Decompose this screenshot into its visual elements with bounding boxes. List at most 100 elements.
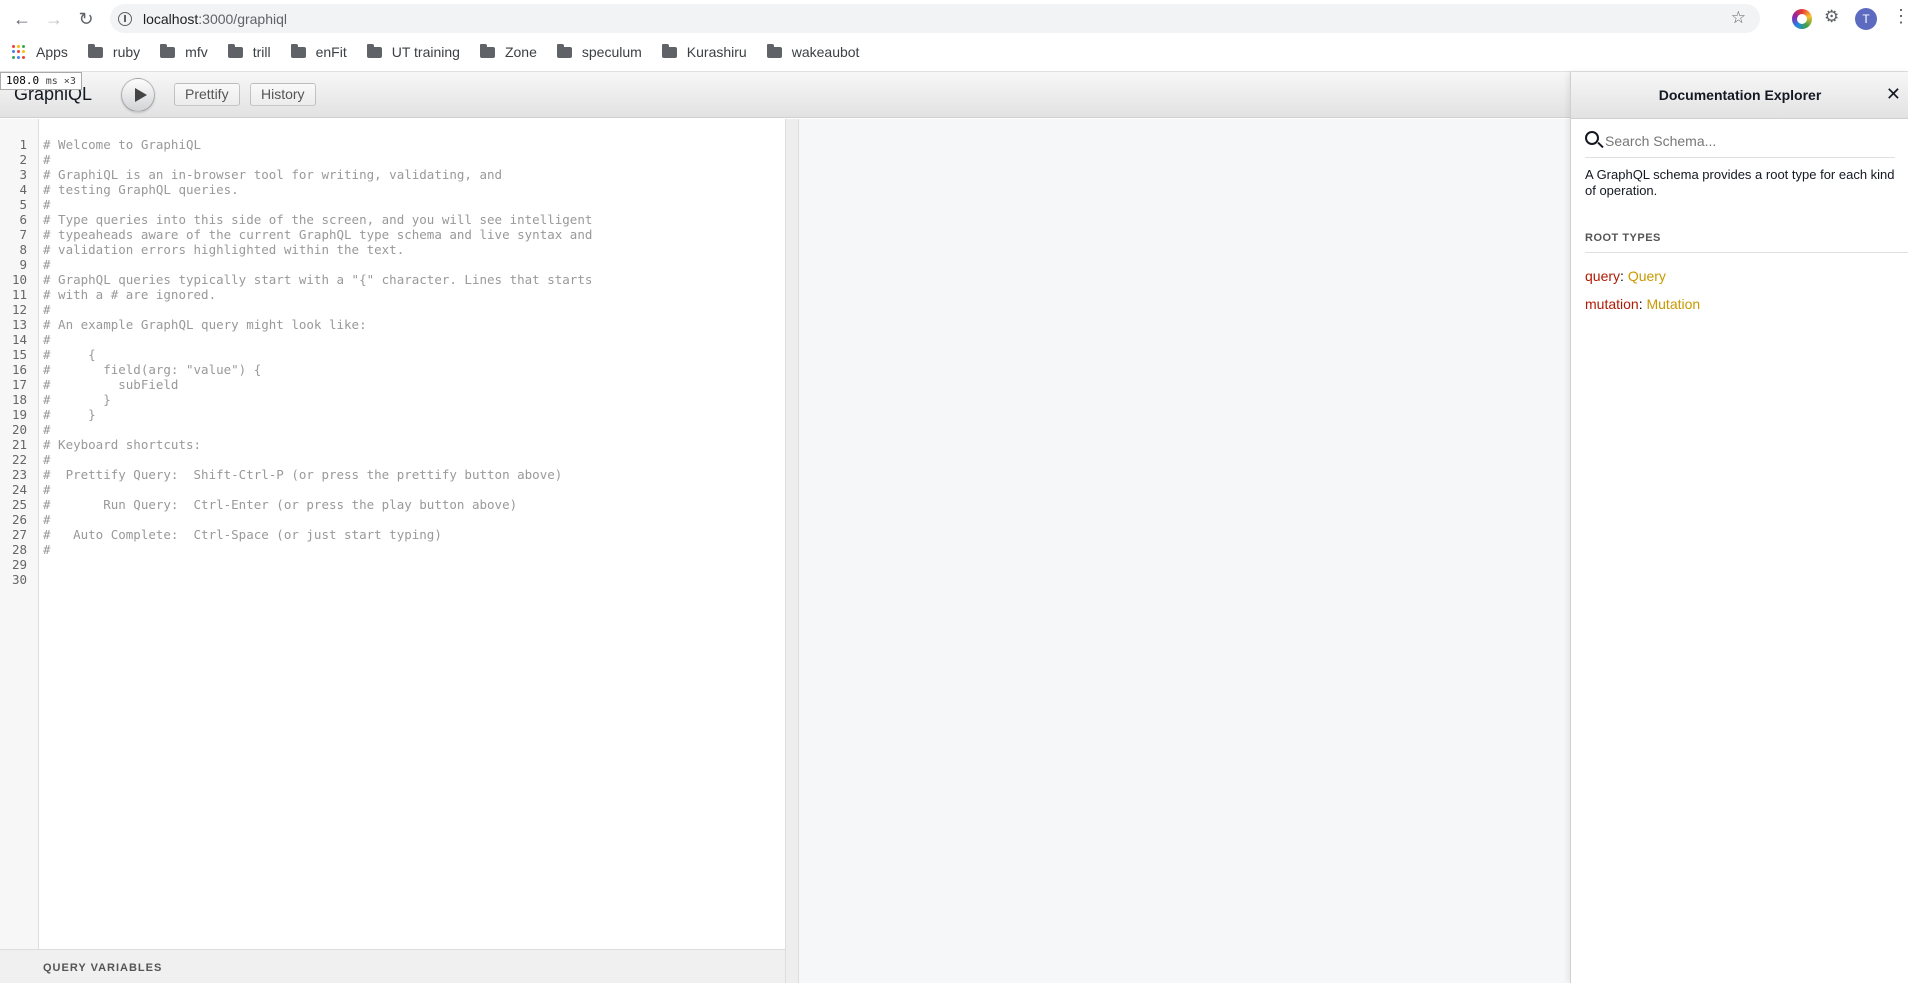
- line-number: 5: [19, 197, 27, 212]
- editor-line: 14 #: [0, 332, 785, 347]
- execute-query-button[interactable]: [121, 78, 155, 112]
- browser-chrome: ← → ↻ localhost:3000/graphiql ☆ ⚙ T ⋮ Ap…: [0, 0, 1908, 72]
- code-text: # }: [43, 392, 111, 407]
- line-number: 19: [11, 407, 27, 422]
- editor-line: 5 #: [0, 197, 785, 212]
- line-number: 24: [11, 482, 27, 497]
- code-text: # subField: [43, 377, 179, 392]
- editor-line: 19 # }: [0, 407, 785, 422]
- bookmark-apps[interactable]: Apps: [12, 44, 68, 60]
- bookmark-label: enFit: [315, 44, 347, 60]
- code-text: #: [43, 512, 51, 527]
- root-type-mutation: mutation: Mutation: [1585, 296, 1700, 312]
- profile-avatar[interactable]: T: [1855, 8, 1877, 30]
- editor-line: 17 # subField: [0, 377, 785, 392]
- code-text: # testing GraphQL queries.: [43, 182, 239, 197]
- bookmark-folder-zone[interactable]: Zone: [479, 43, 537, 60]
- schema-search-input[interactable]: [1605, 128, 1895, 154]
- code-text: # }: [43, 407, 96, 422]
- line-number: 14: [11, 332, 27, 347]
- editor-line: 2 #: [0, 152, 785, 167]
- close-icon[interactable]: ✕: [1886, 84, 1901, 105]
- browser-menu-icon[interactable]: ⋮: [1892, 6, 1908, 27]
- line-number: 7: [19, 227, 27, 242]
- editor-line: 16 # field(arg: "value") {: [0, 362, 785, 377]
- perf-unit: ms ×3: [45, 76, 76, 87]
- graphiql-app: GraphiQL 108.0 ms ×3 Prettify History 1 #…: [0, 72, 1908, 983]
- editor-line: 27 # Auto Complete: Ctrl-Space (or just s…: [0, 527, 785, 542]
- editor-line: 7 # typeaheads aware of the current Graph…: [0, 227, 785, 242]
- line-number: 22: [11, 452, 27, 467]
- code-text: # {: [43, 347, 96, 362]
- editor-line: 6 # Type queries into this side of the sc…: [0, 212, 785, 227]
- bookmark-folder-ruby[interactable]: ruby: [87, 43, 140, 60]
- folder-icon: [556, 43, 572, 58]
- editor-line: 26 #: [0, 512, 785, 527]
- code-text: # An example GraphQL query might look li…: [43, 317, 367, 332]
- bookmark-label: Apps: [36, 44, 68, 60]
- code-text: # field(arg: "value") {: [43, 362, 262, 377]
- code-text: # GraphiQL is an in-browser tool for wri…: [43, 167, 503, 182]
- line-number: 11: [11, 287, 27, 302]
- code-text: # GraphQL queries typically start with a…: [43, 272, 593, 287]
- bookmark-folder-enfit[interactable]: enFit: [290, 43, 347, 60]
- editor-line: 23 # Prettify Query: Shift-Ctrl-P (or pre…: [0, 467, 785, 482]
- reload-icon[interactable]: ↻: [71, 4, 101, 34]
- code-text: # with a # are ignored.: [43, 287, 217, 302]
- bookmark-label: trill: [252, 44, 271, 60]
- line-number: 18: [11, 392, 27, 407]
- prettify-button[interactable]: Prettify: [174, 83, 240, 106]
- code-text: #: [43, 302, 51, 317]
- line-number: 30: [11, 572, 27, 587]
- back-arrow-icon[interactable]: ←: [7, 4, 37, 34]
- line-number: 12: [11, 302, 27, 317]
- editor-line: 24 #: [0, 482, 785, 497]
- folder-icon: [87, 43, 103, 58]
- editor-line: 9 #: [0, 257, 785, 272]
- code-text: #: [43, 257, 51, 272]
- editor-line: 15 # {: [0, 347, 785, 362]
- line-number: 1: [19, 137, 27, 152]
- code-text: #: [43, 152, 51, 167]
- line-number: 10: [11, 272, 27, 287]
- bookmark-folder-ut-training[interactable]: UT training: [366, 43, 460, 60]
- editor-line: 30: [0, 572, 785, 587]
- info-icon[interactable]: [118, 11, 132, 26]
- search-icon: [1585, 131, 1599, 145]
- code-text: # typeaheads aware of the current GraphQ…: [43, 227, 593, 242]
- line-number: 25: [11, 497, 27, 512]
- root-type-link[interactable]: Query: [1628, 268, 1666, 284]
- line-number: 21: [11, 437, 27, 452]
- bookmark-label: UT training: [391, 44, 460, 60]
- url-path: :3000/graphiql: [198, 10, 288, 27]
- query-editor[interactable]: 1 # Welcome to GraphiQL 2 #3 # GraphiQL is a…: [0, 119, 785, 949]
- address-bar[interactable]: localhost:3000/graphiql ☆: [110, 4, 1760, 33]
- editor-line: 25 # Run Query: Ctrl-Enter (or press the …: [0, 497, 785, 512]
- forward-arrow-icon[interactable]: →: [39, 4, 69, 34]
- color-extension-icon[interactable]: [1792, 9, 1812, 29]
- bookmark-folder-speculum[interactable]: speculum: [556, 43, 642, 60]
- pane-splitter[interactable]: [785, 119, 799, 983]
- documentation-explorer: Documentation Explorer ✕ A GraphQL schem…: [1570, 72, 1908, 983]
- line-number: 28: [11, 542, 27, 557]
- editor-line: 8 # validation errors highlighted within …: [0, 242, 785, 257]
- editor-line: 12 #: [0, 302, 785, 317]
- root-type-query: query: Query: [1585, 268, 1666, 284]
- history-button[interactable]: History: [250, 83, 316, 106]
- bookmark-folder-trill[interactable]: trill: [227, 43, 271, 60]
- folder-icon: [290, 43, 306, 58]
- query-variables-bar[interactable]: QUERY VARIABLES: [0, 949, 785, 983]
- editor-line: 11 # with a # are ignored.: [0, 287, 785, 302]
- editor-line: 4 # testing GraphQL queries.: [0, 182, 785, 197]
- bookmark-folder-mfv[interactable]: mfv: [160, 43, 208, 60]
- result-pane: [799, 119, 1570, 983]
- url-text: localhost:3000/graphiql: [143, 11, 287, 27]
- line-number: 23: [11, 467, 27, 482]
- bookmark-star-icon[interactable]: ☆: [1731, 8, 1746, 28]
- line-number: 15: [11, 347, 27, 362]
- bookmark-folder-wakeaubot[interactable]: wakeaubot: [766, 43, 859, 60]
- extensions-puzzle-icon[interactable]: ⚙: [1824, 7, 1844, 27]
- root-type-link[interactable]: Mutation: [1646, 296, 1700, 312]
- bookmark-folder-kurashiru[interactable]: Kurashiru: [661, 43, 747, 60]
- url-host: localhost: [143, 10, 199, 27]
